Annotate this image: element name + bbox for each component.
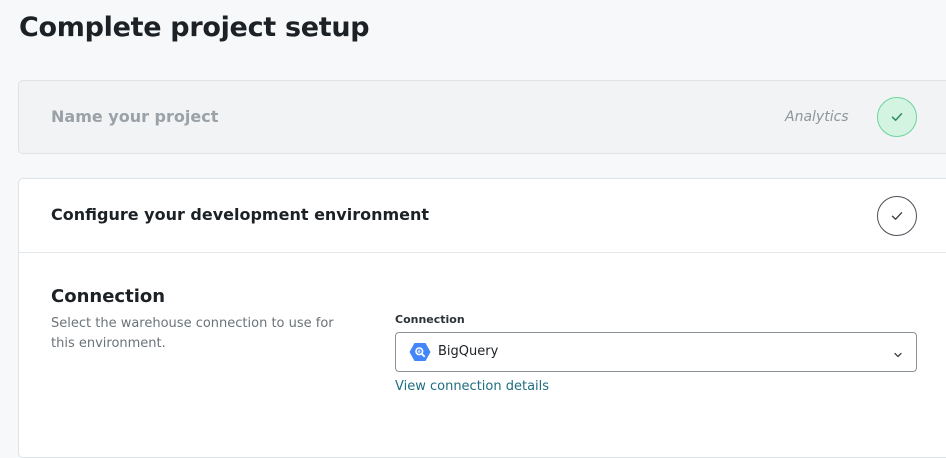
connection-section-description: Select the warehouse connection to use f… xyxy=(51,316,334,351)
step-title: Configure your development environment xyxy=(51,205,430,224)
project-name-value: Analytics xyxy=(785,109,849,125)
step-title: Name your project xyxy=(51,107,219,126)
connection-select[interactable]: BigQuery xyxy=(395,332,917,372)
step-check-icon xyxy=(877,196,917,236)
step-configure-environment: Configure your development environment C… xyxy=(18,178,946,458)
chevron-down-icon xyxy=(892,346,904,358)
step-name-project[interactable]: Name your project Analytics xyxy=(18,80,946,154)
step-header[interactable]: Configure your development environment xyxy=(19,179,946,253)
bigquery-icon xyxy=(409,342,431,362)
view-connection-details-link[interactable]: View connection details xyxy=(395,379,549,394)
step-complete-check-icon xyxy=(877,97,917,137)
connection-section-title: Connection xyxy=(51,286,166,307)
page-title: Complete project setup xyxy=(19,12,370,43)
connection-select-value: BigQuery xyxy=(438,344,499,359)
connection-field-label: Connection xyxy=(395,313,465,326)
